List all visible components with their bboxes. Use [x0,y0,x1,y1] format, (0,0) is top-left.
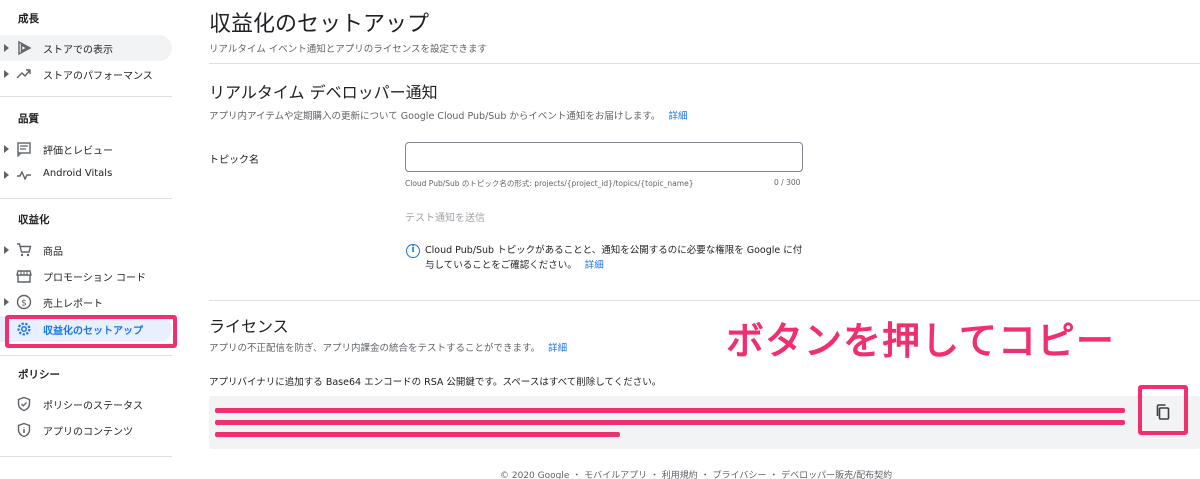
section-title-monetization: 収益化 [18,214,50,226]
rtdn-description: アプリ内アイテムや定期購入の更新について Google Cloud Pub/Su… [209,108,687,122]
expand-caret-icon[interactable] [4,298,9,306]
section-title-quality: 品質 [18,113,39,125]
topic-name-label: トピック名 [209,155,259,166]
sidebar-item-store-presence[interactable]: ストアでの表示 [0,35,172,61]
rtdn-info-message: Cloud Pub/Sub トピックがあることと、通知を公開するのに必要な権限を… [425,243,805,273]
redacted-key-line [215,432,620,437]
copy-icon[interactable] [1153,402,1173,422]
sidebar-item-label: 商品 [43,247,63,258]
rtdn-learn-more-link[interactable]: 詳細 [668,111,687,122]
sidebar-divider [0,456,172,457]
sidebar-item-label: アプリのコンテンツ [43,427,133,438]
topic-name-counter: 0 / 300 [774,178,801,187]
expand-caret-icon[interactable] [4,70,9,78]
play-icon [18,40,32,56]
sidebar-divider [0,198,172,199]
sidebar-item-app-content[interactable]: アプリのコンテンツ [0,417,172,443]
sidebar-item-label: ストアでの表示 [43,45,113,56]
section-title-policy: ポリシー [18,369,60,381]
section-divider [209,63,1200,64]
section-title-growth: 成長 [18,13,39,25]
svg-text:$: $ [21,299,27,309]
rsa-key-label: アプリバイナリに追加する Base64 エンコードの RSA 公開鍵です。スペー… [209,377,662,388]
store-icon [16,270,32,283]
main-content: 収益化のセットアップ リアルタイム イベント通知とアプリのライセンスを設定できま… [184,0,1200,479]
sidebar-item-promo-codes[interactable]: プロモーション コード [0,263,172,289]
sidebar-item-label: 評価とレビュー [43,146,113,157]
footer: © 2020 Google ・ モバイルアプリ ・ 利用規約 ・ プライバシー … [500,471,893,479]
rtdn-heading: リアルタイム デベロッパー通知 [209,83,438,102]
shield-icon [17,396,31,412]
sidebar-item-android-vitals[interactable]: Android Vitals [0,162,172,188]
vitals-icon [17,170,31,181]
sidebar-item-products[interactable]: 商品 [0,237,172,263]
info-icon [17,422,31,438]
license-heading: ライセンス [209,317,289,336]
topic-name-hint: Cloud Pub/Sub のトピック名の形式: projects/{proje… [405,179,694,188]
page-title: 収益化のセットアップ [209,12,430,37]
sidebar-item-label: Android Vitals [43,168,113,179]
expand-caret-icon[interactable] [4,44,9,52]
redacted-key-line [215,408,1125,413]
topic-name-input[interactable] [405,142,803,172]
sidebar-item-policy-status[interactable]: ポリシーのステータス [0,391,172,417]
expand-caret-icon[interactable] [4,145,9,153]
license-description-text: アプリの不正配信を防ぎ、アプリ内課金の統合をテストすることができます。 [209,343,541,354]
sidebar-item-label: 売上レポート [43,299,103,310]
rsa-public-key-box [209,396,1200,449]
section-divider [209,300,1200,301]
rtdn-info-text: Cloud Pub/Sub トピックがあることと、通知を公開するのに必要な権限を… [425,245,803,271]
cart-icon [17,243,32,257]
sidebar: 成長 ストアでの表示 ストアのパフォーマンス 品質 評価とレビュー Androi… [0,0,184,479]
sidebar-item-ratings-reviews[interactable]: 評価とレビュー [0,136,172,162]
highlight-annotation-box [5,315,177,348]
rtdn-description-text: アプリ内アイテムや定期購入の更新について Google Cloud Pub/Su… [209,111,661,122]
sidebar-item-label: ストアのパフォーマンス [43,71,153,82]
dollar-icon: $ [16,294,32,310]
expand-caret-icon[interactable] [4,171,9,179]
sidebar-divider [0,355,172,356]
sidebar-item-label: ポリシーのステータス [43,401,143,412]
review-icon [17,142,31,157]
sidebar-item-sales-reports[interactable]: $ 売上レポート [0,289,172,315]
info-icon: i [406,244,420,258]
expand-caret-icon[interactable] [4,246,9,254]
copy-instruction-annotation: ボタンを押してコピー [726,319,1115,363]
redacted-key-line [215,420,1125,425]
sidebar-item-label: プロモーション コード [43,273,146,284]
rtdn-info-learn-more-link[interactable]: 詳細 [585,260,604,271]
sidebar-item-store-performance[interactable]: ストアのパフォーマンス [0,61,172,87]
page-subtitle: リアルタイム イベント通知とアプリのライセンスを設定できます [209,44,488,55]
send-test-notification-button[interactable]: テスト通知を送信 [405,209,485,224]
license-description: アプリの不正配信を防ぎ、アプリ内課金の統合をテストすることができます。 詳細 [209,340,567,354]
sidebar-divider [0,96,172,97]
license-learn-more-link[interactable]: 詳細 [548,343,567,354]
trending-up-icon [16,69,31,79]
